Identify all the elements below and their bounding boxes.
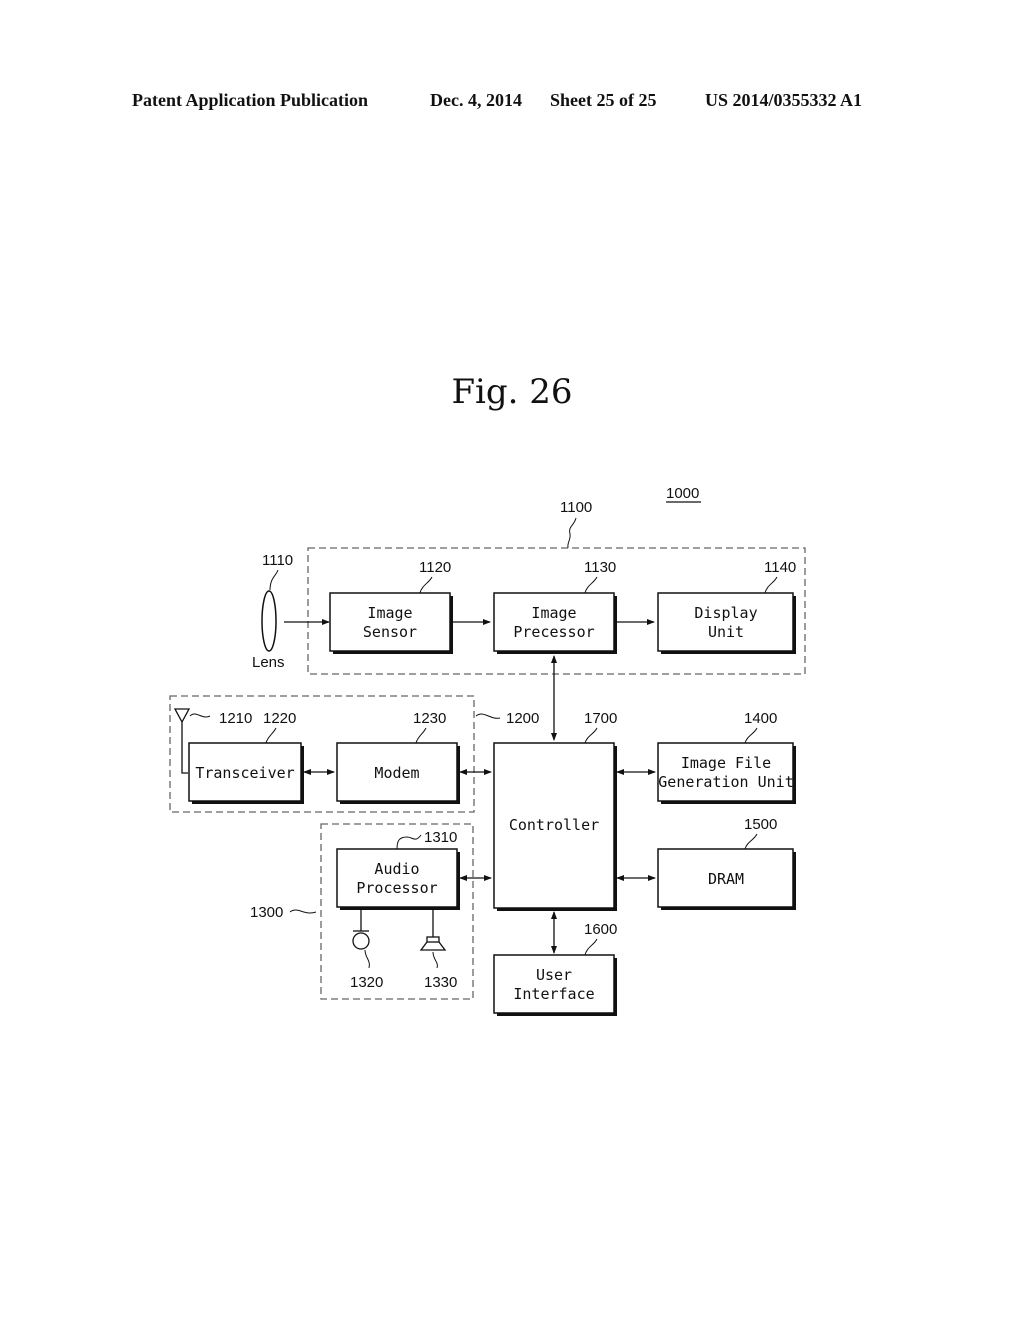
controller-block: Controller (493, 742, 617, 911)
image-file-line2: Generation Unit (658, 773, 793, 791)
leader-line (419, 576, 433, 594)
rf-group-ref: 1200 (506, 710, 539, 727)
leader-line (475, 713, 501, 719)
image-file-generation-block: Image File Generation Unit (657, 742, 796, 804)
microphone-icon (352, 909, 370, 950)
modem-label: Modem (374, 764, 419, 782)
leader-line (189, 713, 211, 718)
image-processor-block: Image Precessor (493, 592, 617, 654)
leader-line (265, 727, 277, 744)
antenna-icon (173, 708, 191, 774)
lens-ref: 1110 (262, 552, 293, 569)
display-unit-line2: Unit (708, 623, 744, 641)
speaker-icon (419, 909, 447, 951)
leader-line (269, 569, 279, 591)
image-processor-ref: 1130 (584, 559, 616, 576)
controller-label: Controller (509, 816, 599, 834)
microphone-ref: 1320 (350, 974, 383, 991)
leader-line (289, 909, 317, 914)
user-interface-line2: Interface (513, 985, 594, 1003)
leader-line (744, 833, 758, 850)
modem-ref: 1230 (413, 710, 446, 727)
leader-line (415, 727, 427, 744)
audio-processor-line1: Audio (374, 860, 419, 878)
transceiver-label: Transceiver (195, 764, 294, 782)
lens-icon (261, 590, 277, 652)
image-sensor-ref: 1120 (419, 559, 451, 576)
audio-processor-line2: Processor (356, 879, 437, 897)
leader-line (567, 517, 577, 549)
display-unit-block: Display Unit (657, 592, 796, 654)
dram-label: DRAM (708, 870, 744, 888)
audio-processor-ref: 1310 (424, 829, 457, 846)
user-interface-ref: 1600 (584, 921, 617, 938)
transceiver-block: Transceiver (188, 742, 304, 804)
antenna-ref: 1210 (219, 710, 252, 727)
display-unit-line1: Display (694, 604, 757, 622)
image-processor-line2: Precessor (513, 623, 594, 641)
leader-line (584, 576, 598, 594)
image-file-ref: 1400 (744, 710, 777, 727)
leader-line (432, 951, 438, 969)
audio-group-ref: 1300 (250, 904, 283, 921)
block-diagram: 1000 1100 1110 Lens Image Sensor 1120 Im… (169, 485, 806, 1016)
speaker-ref: 1330 (424, 974, 457, 991)
user-interface-block: User Interface (493, 954, 617, 1016)
leader-line (744, 727, 758, 744)
leader-line (584, 938, 598, 956)
audio-processor-block: Audio Processor (336, 848, 460, 910)
transceiver-ref: 1220 (263, 710, 296, 727)
image-sensor-line1: Image (367, 604, 412, 622)
lens-label: Lens (252, 654, 285, 671)
leader-line (396, 834, 422, 850)
dram-ref: 1500 (744, 816, 777, 833)
image-file-line1: Image File (681, 754, 771, 772)
leader-line (364, 949, 370, 969)
image-sensor-line2: Sensor (363, 623, 417, 641)
controller-ref: 1700 (584, 710, 617, 727)
leader-line (764, 576, 778, 594)
user-interface-line1: User (536, 966, 572, 984)
camera-group-ref: 1100 (560, 499, 592, 516)
system-ref-label: 1000 (666, 485, 699, 502)
display-unit-ref: 1140 (764, 559, 796, 576)
image-sensor-block: Image Sensor (329, 592, 453, 654)
modem-block: Modem (336, 742, 460, 804)
leader-line (584, 727, 598, 744)
image-processor-line1: Image (531, 604, 576, 622)
dram-block: DRAM (657, 848, 796, 910)
